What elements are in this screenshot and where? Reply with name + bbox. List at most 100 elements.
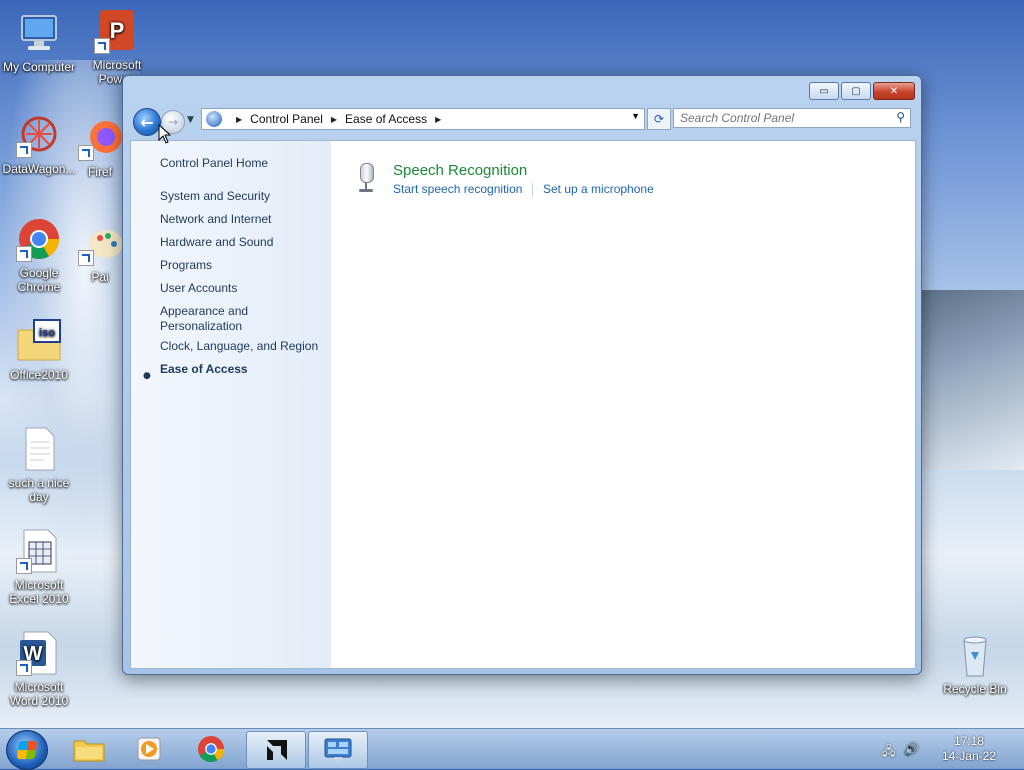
shortcut-arrow-icon xyxy=(78,145,94,161)
set-up-microphone-link[interactable]: Set up a microphone xyxy=(543,182,654,196)
clock-time: 17:18 xyxy=(953,734,984,748)
desktop-icon-label: Pai xyxy=(91,270,109,284)
desktop-icon-label: Google Chrome xyxy=(17,266,61,294)
windows-logo-icon xyxy=(16,741,38,759)
recent-pages-button[interactable]: ▼ xyxy=(187,115,194,125)
svg-text:P: P xyxy=(110,18,125,43)
desktop-icon-such-a-nice-day[interactable]: such a nice day xyxy=(0,426,78,504)
svg-text:iso: iso xyxy=(39,327,55,339)
nav-network-and-internet[interactable]: Network and Internet xyxy=(160,212,271,227)
window-content: Control Panel Home System and Security N… xyxy=(130,140,916,669)
desktop-icon-label: My Computer xyxy=(2,60,76,74)
breadcrumb-control-panel[interactable]: Control Panel xyxy=(250,112,323,126)
desktop-icon-label: Microsoft Word 2010 xyxy=(9,680,69,708)
nav-hardware-and-sound[interactable]: Hardware and Sound xyxy=(160,235,273,250)
datawagon-icon xyxy=(16,112,62,158)
volume-icon[interactable]: 🔊 xyxy=(904,742,919,756)
taskbar: 🖧 🔊 17:18 14-Jan-22 xyxy=(0,728,1024,770)
start-speech-recognition-link[interactable]: Start speech recognition xyxy=(393,182,522,196)
folder-icon xyxy=(73,740,105,762)
desktop-icon-office2010[interactable]: iso Office2010 xyxy=(0,318,78,382)
network-icon[interactable]: 🖧 xyxy=(882,742,895,763)
refresh-button[interactable]: ⟳ xyxy=(647,108,671,130)
desktop-icon-label: such a nice day xyxy=(8,476,70,504)
shortcut-arrow-icon xyxy=(16,558,32,574)
nav-appearance-and-personalization[interactable]: Appearance and Personalization xyxy=(160,304,270,334)
control-panel-window[interactable]: ▭ ▢ ✕ ← → ▼ ▶ Control Panel ▶ Ease of Ac… xyxy=(122,75,922,675)
close-button[interactable]: ✕ xyxy=(873,82,915,100)
maximize-icon: ▢ xyxy=(851,85,861,97)
chrome-icon xyxy=(16,216,62,262)
desktop-icon-label: Office2010 xyxy=(10,368,68,382)
breadcrumb-separator-icon[interactable]: ▶ xyxy=(435,115,441,124)
desktop-icon-label: Recycle Bin xyxy=(943,682,1007,696)
text-file-icon xyxy=(16,426,62,472)
desktop-icon-excel[interactable]: Microsoft Excel 2010 xyxy=(0,528,78,606)
shortcut-arrow-icon xyxy=(16,246,32,262)
search-icon[interactable]: ⚲ xyxy=(896,110,905,124)
shortcut-arrow-icon xyxy=(16,660,32,676)
back-arrow-icon: ← xyxy=(140,112,154,132)
search-input[interactable] xyxy=(673,108,911,128)
firefox-icon xyxy=(78,115,122,161)
wallpaper-hills xyxy=(914,290,1024,470)
excel-file-icon xyxy=(16,528,62,574)
chevron-down-icon: ▼ xyxy=(187,115,194,125)
back-button[interactable]: ← xyxy=(133,108,161,136)
breadcrumb-separator-icon[interactable]: ▶ xyxy=(236,115,242,124)
breadcrumb-ease-of-access[interactable]: Ease of Access xyxy=(345,112,427,126)
desktop-icon-paint[interactable]: Pai xyxy=(78,220,122,284)
taskbar-control-panel[interactable] xyxy=(308,731,368,769)
shortcut-arrow-icon xyxy=(78,250,94,266)
window-controls: ▭ ▢ ✕ xyxy=(809,82,915,100)
control-panel-icon xyxy=(206,111,222,127)
desktop-icon-word[interactable]: W Microsoft Word 2010 xyxy=(0,630,78,708)
desktop-icon-datawagon[interactable]: DataWagon... xyxy=(0,112,78,176)
nav-user-accounts[interactable]: User Accounts xyxy=(160,281,237,296)
minimize-button[interactable]: ▭ xyxy=(809,82,839,100)
clock-date: 14-Jan-22 xyxy=(941,749,996,763)
address-bar[interactable]: ▶ Control Panel ▶ Ease of Access ▶ ▼ xyxy=(201,108,645,130)
recycle-bin-icon xyxy=(952,632,998,678)
main-pane: Speech Recognition Start speech recognit… xyxy=(331,141,915,668)
nav-programs[interactable]: Programs xyxy=(160,258,212,273)
word-icon: W xyxy=(16,630,62,676)
desktop-icon-my-computer[interactable]: My Computer xyxy=(0,10,78,74)
nav-clock-language-region[interactable]: Clock, Language, and Region xyxy=(160,339,318,354)
mouse-cursor-icon xyxy=(158,124,172,144)
taskbar-explorer[interactable] xyxy=(60,731,118,767)
amd-logo-icon xyxy=(267,740,287,760)
link-divider xyxy=(532,183,533,197)
nav-system-and-security[interactable]: System and Security xyxy=(160,189,270,204)
nav-control-panel-home[interactable]: Control Panel Home xyxy=(160,156,268,171)
computer-icon xyxy=(16,10,62,56)
breadcrumb-separator-icon[interactable]: ▶ xyxy=(331,115,337,124)
chrome-icon xyxy=(197,735,225,763)
left-navigation-pane: Control Panel Home System and Security N… xyxy=(131,141,331,668)
refresh-icon: ⟳ xyxy=(653,112,665,126)
folder-iso-icon: iso xyxy=(16,318,62,364)
clock[interactable]: 17:18 14-Jan-22 xyxy=(942,734,996,764)
desktop-icon-recycle-bin[interactable]: Recycle Bin xyxy=(936,632,1014,696)
shortcut-arrow-icon xyxy=(94,38,110,54)
taskbar-chrome[interactable] xyxy=(182,731,240,767)
start-button[interactable] xyxy=(6,730,48,770)
desktop-icon-label: Firef xyxy=(88,165,112,179)
taskbar-media-player[interactable] xyxy=(120,731,178,767)
address-dropdown-icon[interactable]: ▼ xyxy=(631,111,640,121)
desktop-icon-label: DataWagon... xyxy=(2,162,76,176)
microphone-icon xyxy=(357,163,375,193)
desktop-icon-chrome[interactable]: Google Chrome xyxy=(0,216,78,294)
desktop-icon-firefox[interactable]: Firef xyxy=(78,115,122,179)
navigation-bar: ← → ▼ ▶ Control Panel ▶ Ease of Access ▶… xyxy=(131,106,911,136)
minimize-icon: ▭ xyxy=(819,85,829,97)
media-player-icon xyxy=(137,737,161,761)
control-panel-icon xyxy=(324,738,352,761)
speech-recognition-title[interactable]: Speech Recognition xyxy=(393,162,527,179)
system-tray: 🖧 🔊 17:18 14-Jan-22 xyxy=(874,729,1024,769)
maximize-button[interactable]: ▢ xyxy=(841,82,871,100)
close-icon: ✕ xyxy=(889,85,899,97)
desktop-icon-label: Microsoft Excel 2010 xyxy=(9,578,69,606)
nav-ease-of-access[interactable]: Ease of Access xyxy=(160,362,248,377)
taskbar-amd-app[interactable] xyxy=(246,731,306,769)
